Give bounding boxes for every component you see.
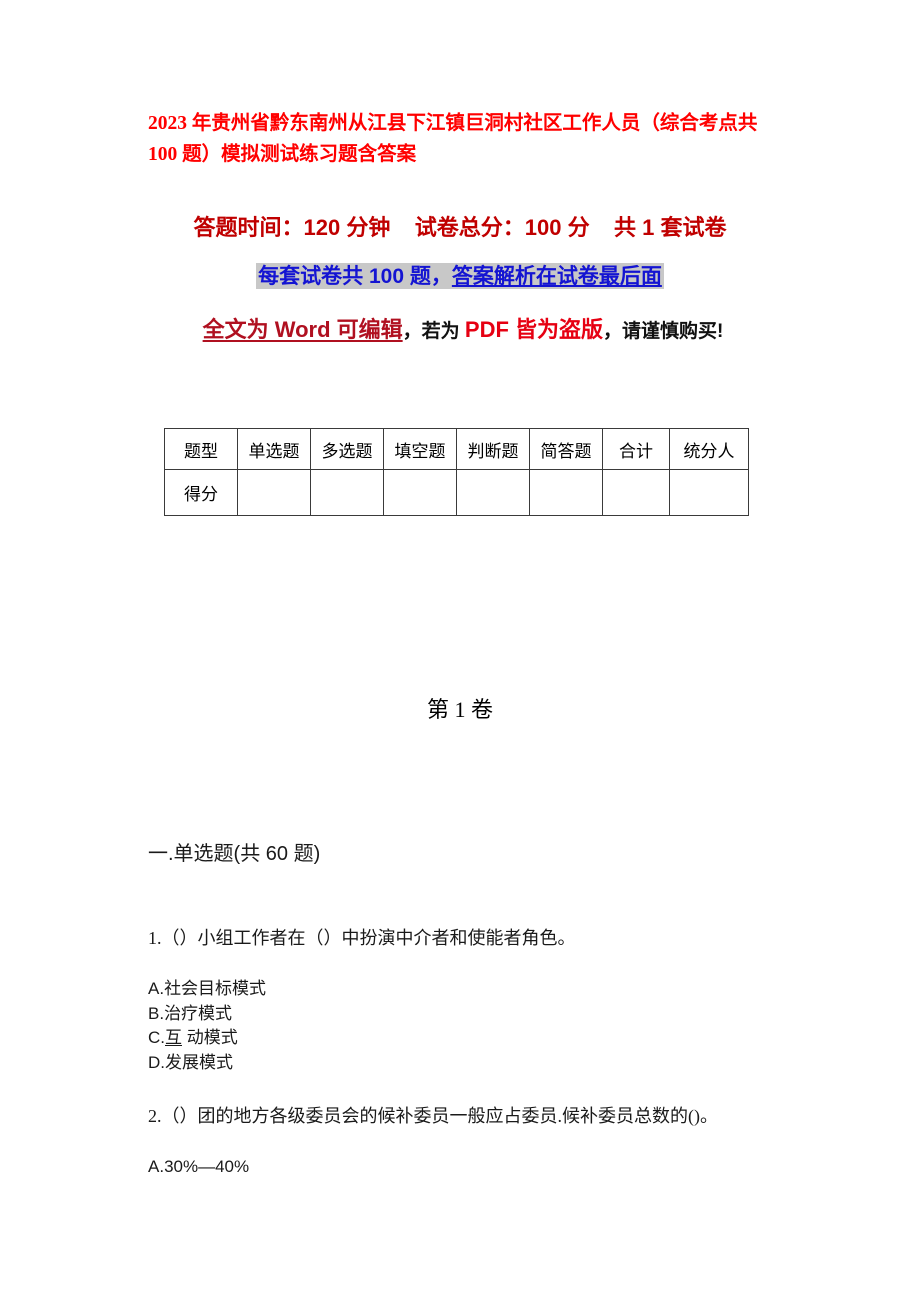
answer-location-underlined: 答案解析在试卷最后面 (451, 265, 662, 288)
table-header-cell-6: 合计 (602, 428, 670, 470)
option-a[interactable]: A.30%—40% (148, 1155, 778, 1180)
score-cell-5[interactable] (602, 469, 670, 516)
table-row: 得分 (164, 469, 749, 516)
word-editable-note: 全文为 Word 可编辑 (202, 317, 403, 342)
table-header-cell-1: 单选题 (237, 428, 311, 470)
question-item: 1.（）小组工作者在（）中扮演中介者和使能者角色。 A.社会目标模式 B.治疗模… (148, 925, 778, 1075)
copyright-separator-1: ，若为 (402, 321, 465, 342)
option-a-label: 社会目标模式 (164, 979, 267, 998)
option-c[interactable]: C.互 动模式 (148, 1026, 778, 1051)
question-options: A.30%—40% (148, 1155, 778, 1180)
answer-location-note: 每套试卷共 100 题，答案解析在试卷最后面 (148, 262, 772, 292)
option-c-underlined: 互 (165, 1028, 182, 1047)
question-stem: 1.（）小组工作者在（）中扮演中介者和使能者角色。 (148, 928, 576, 948)
pdf-piracy-note: PDF 皆为盗版 (464, 317, 604, 342)
answer-location-highlight: 每套试卷共 100 题，答案解析在试卷最后面 (256, 263, 664, 289)
option-b-prefix: B. (148, 1003, 165, 1023)
option-d[interactable]: D.发展模式 (148, 1051, 778, 1076)
question-list: 1.（）小组工作者在（）中扮演中介者和使能者角色。 A.社会目标模式 B.治疗模… (148, 925, 778, 1208)
option-a-prefix: A. (148, 1157, 165, 1176)
option-c-label: 动模式 (182, 1028, 238, 1047)
table-header-cell-7: 统分人 (669, 428, 749, 470)
score-cell-1[interactable] (310, 469, 384, 516)
table-row: 题型 单选题 多选题 填空题 判断题 简答题 合计 统分人 (164, 428, 749, 470)
option-c-prefix: C. (148, 1028, 165, 1047)
table-header-cell-3: 填空题 (383, 428, 457, 470)
question-stem: 2.（）团的地方各级委员会的候补委员一般应占委员.候补委员总数的()。 (148, 1106, 718, 1126)
answer-location-plain: 每套试卷共 100 题， (258, 265, 452, 288)
score-cell-3[interactable] (456, 469, 530, 516)
option-a[interactable]: A.社会目标模式 (148, 977, 778, 1002)
option-b[interactable]: B.治疗模式 (148, 1002, 778, 1027)
score-table: 题型 单选题 多选题 填空题 判断题 简答题 合计 统分人 得分 (164, 428, 749, 516)
page-title: 2023 年贵州省黔东南州从江县下江镇巨洞村社区工作人员（综合考点共 100 题… (148, 113, 758, 165)
score-cell-0[interactable] (237, 469, 311, 516)
option-b-label: 治疗模式 (164, 1003, 233, 1023)
table-header-cell-5: 简答题 (529, 428, 603, 470)
question-options: A.社会目标模式 B.治疗模式 C.互 动模式 D.发展模式 (148, 977, 778, 1075)
score-cell-2[interactable] (383, 469, 457, 516)
copyright-separator-2: ，请谨慎购买! (603, 321, 724, 342)
option-d-prefix: D. (148, 1052, 165, 1072)
option-a-label: 30%—40% (164, 1157, 250, 1176)
exam-meta-line: 答题时间：120 分钟 试卷总分：100 分 共 1 套试卷 (193, 215, 727, 240)
section-heading-single-choice: 一.单选题(共 60 题) (148, 843, 321, 865)
table-header-cell-2: 多选题 (310, 428, 384, 470)
table-header-cell-0: 题型 (164, 428, 238, 470)
option-a-prefix: A. (148, 979, 165, 998)
option-d-label: 发展模式 (165, 1052, 233, 1072)
score-cell-4[interactable] (529, 469, 603, 516)
table-row-label: 得分 (164, 469, 238, 516)
table-header-cell-4: 判断题 (456, 428, 530, 470)
score-cell-6[interactable] (669, 469, 749, 516)
volume-heading: 第 1 卷 (426, 697, 493, 722)
question-item: 2.（）团的地方各级委员会的候补委员一般应占委员.候补委员总数的()。 A.30… (148, 1103, 778, 1180)
document-page: 2023 年贵州省黔东南州从江县下江镇巨洞村社区工作人员（综合考点共 100 题… (0, 0, 920, 1302)
copyright-warning-note: 全文为 Word 可编辑，若为 PDF 皆为盗版，请谨慎购买! (148, 308, 778, 354)
